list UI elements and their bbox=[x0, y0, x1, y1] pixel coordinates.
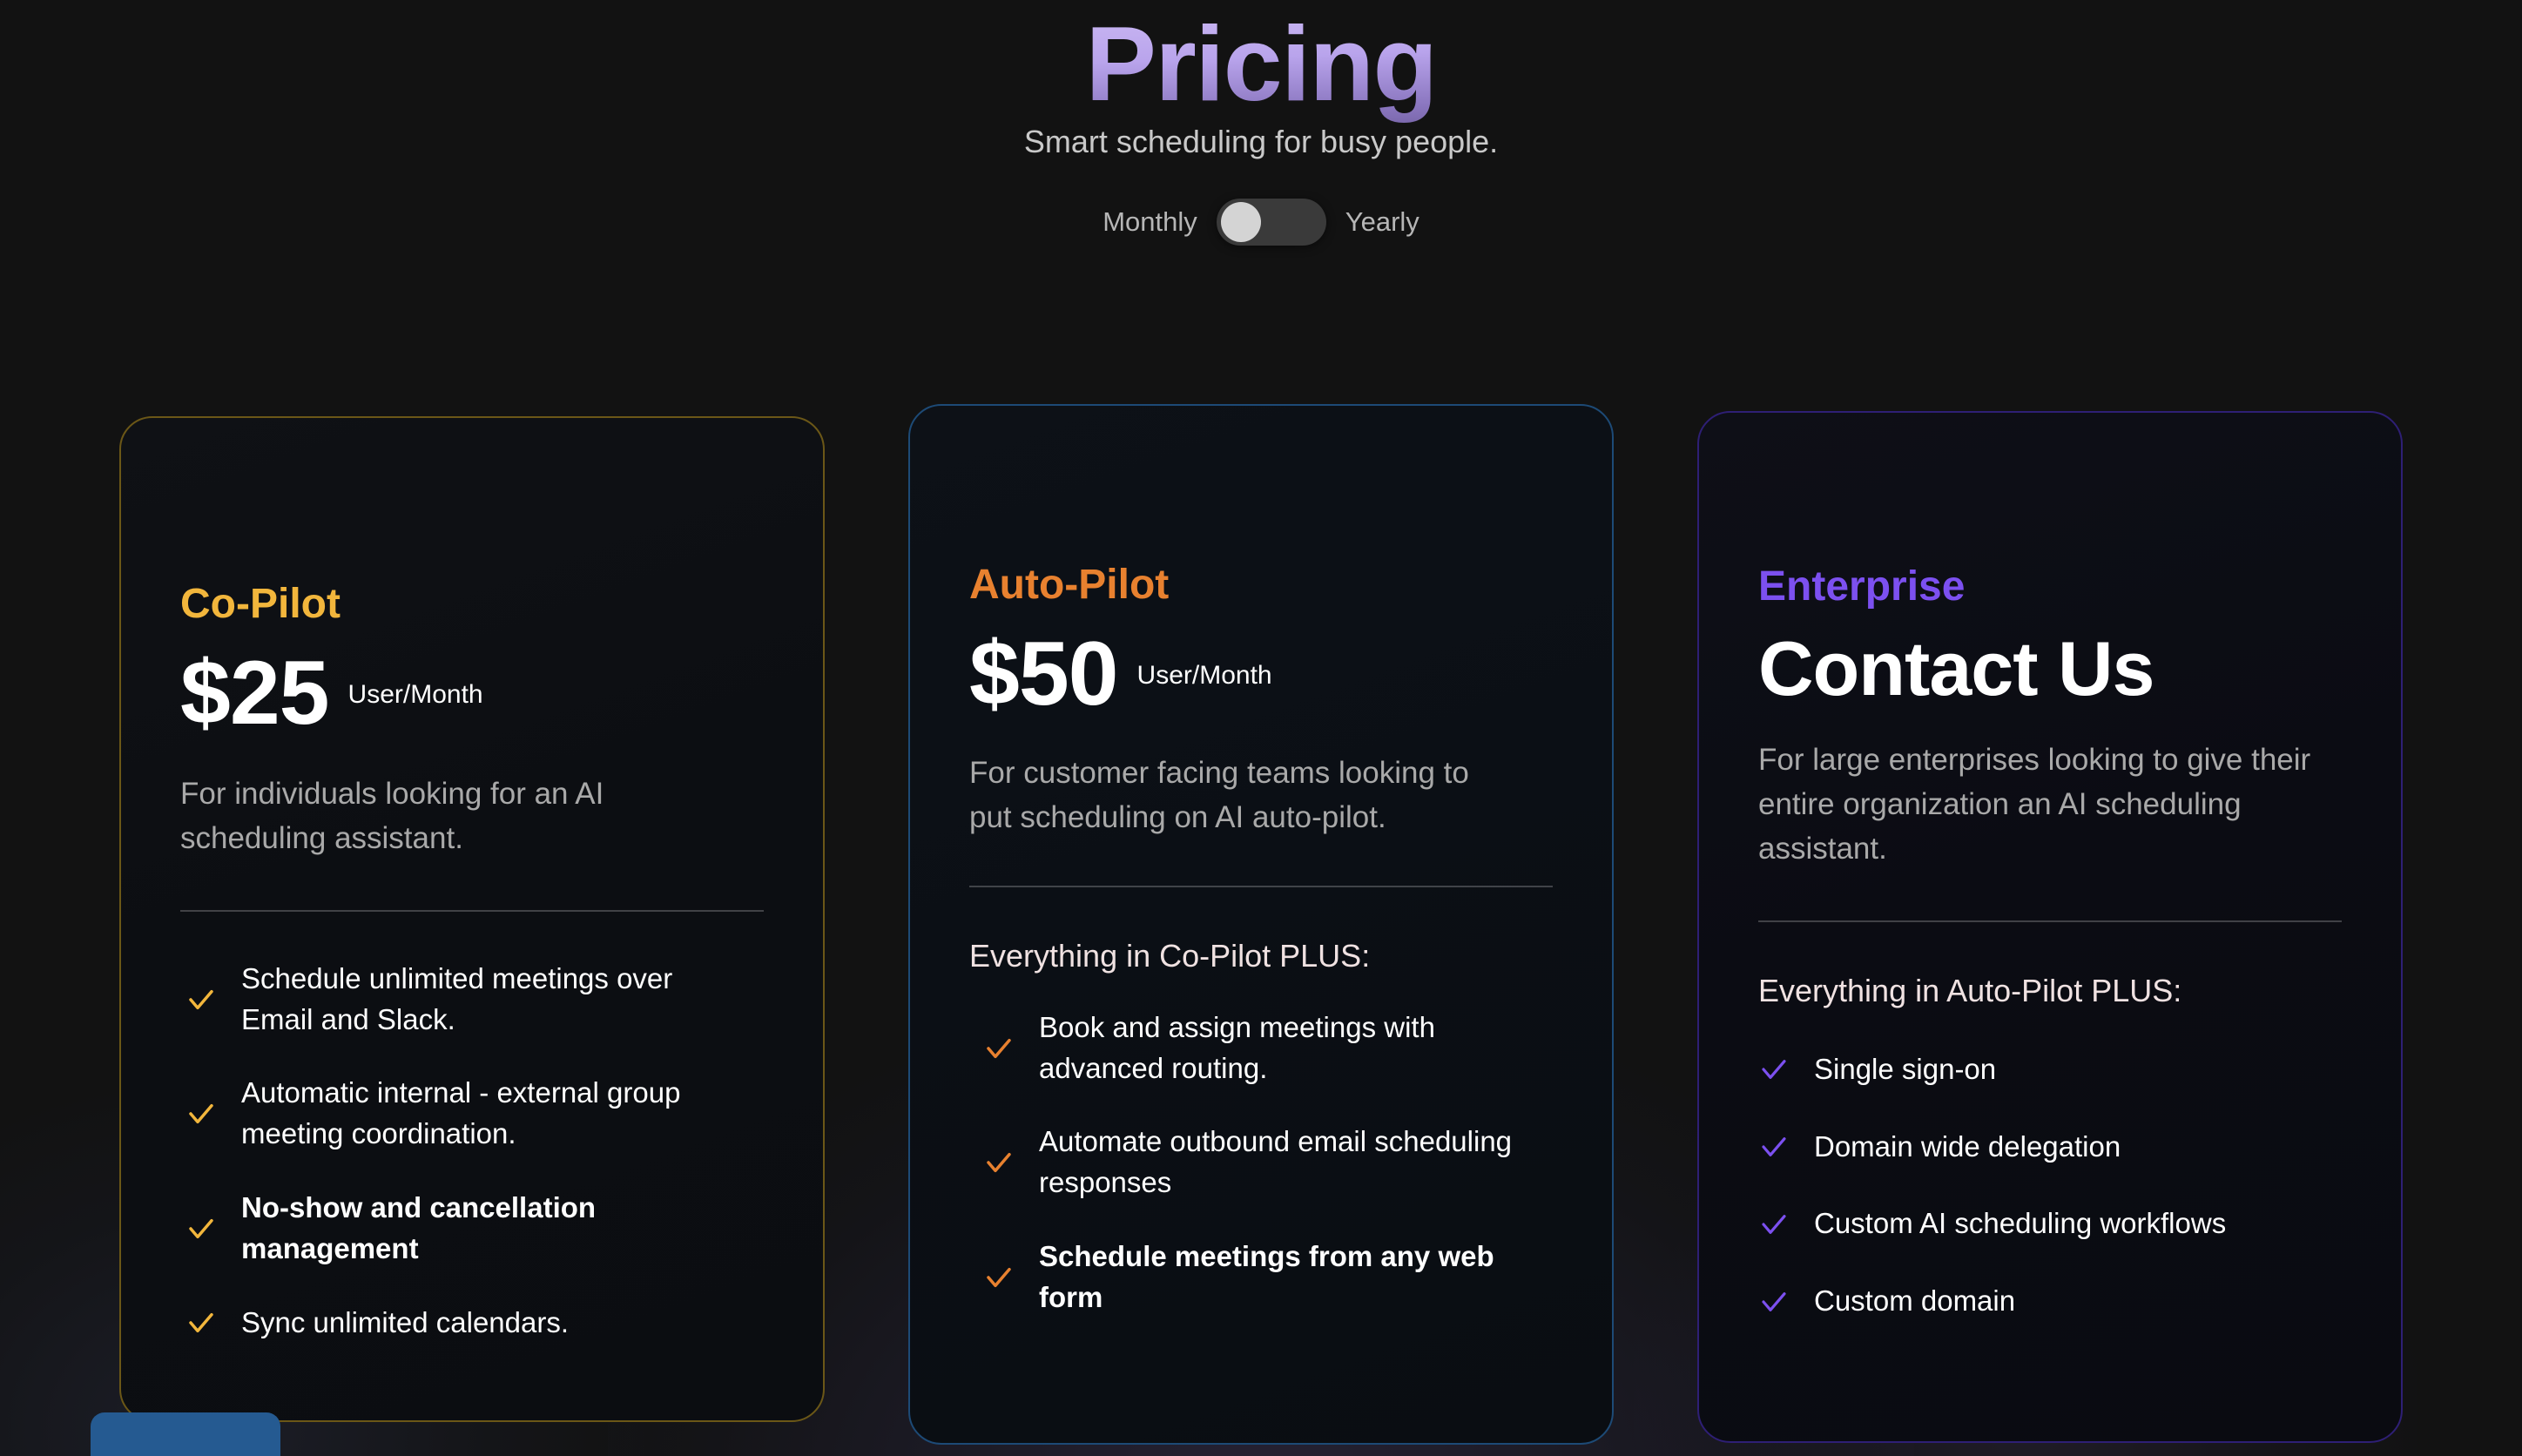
plan-description-copilot: For individuals looking for an AI schedu… bbox=[180, 777, 604, 855]
check-icon bbox=[987, 1153, 1011, 1173]
card-divider bbox=[969, 885, 1553, 887]
plan-price-autopilot: $50 bbox=[969, 624, 1119, 725]
features-heading-autopilot: Everything in Co-Pilot PLUS: bbox=[969, 937, 1371, 974]
feature-label: Automate outbound email scheduling respo… bbox=[1039, 1125, 1513, 1199]
check-icon bbox=[987, 1038, 1011, 1058]
check-icon bbox=[1762, 1136, 1786, 1156]
page-subtitle: Smart scheduling for busy people. bbox=[1023, 124, 1499, 159]
pricing-card-copilot[interactable]: Co-Pilot $25 User/Month For individuals … bbox=[119, 416, 825, 1422]
page-title: Pricing bbox=[1064, 2, 1457, 136]
pricing-card-enterprise[interactable]: Enterprise Contact Us For large enterpri… bbox=[1697, 411, 2403, 1443]
pricing-card-autopilot[interactable]: Auto-Pilot $50 User/Month For customer f… bbox=[908, 404, 1614, 1445]
check-icon bbox=[189, 1218, 213, 1239]
feature-label: Book and assign meetings with advanced r… bbox=[1039, 1010, 1435, 1084]
list-item: Schedule unlimited meetings over Email a… bbox=[180, 959, 764, 1041]
plan-name-enterprise: Enterprise bbox=[1758, 563, 1966, 610]
billing-toggle-yearly-label[interactable]: Yearly bbox=[1345, 206, 1419, 238]
list-item: Custom domain bbox=[1758, 1281, 2342, 1322]
billing-toggle-switch[interactable] bbox=[1216, 199, 1326, 246]
list-item: Book and assign meetings with advanced r… bbox=[969, 1008, 1553, 1089]
list-item: No-show and cancellation management bbox=[180, 1188, 764, 1270]
pricing-page: Pricing Smart scheduling for busy people… bbox=[0, 0, 2522, 1456]
plan-name-copilot: Co-Pilot bbox=[180, 581, 341, 627]
check-icon bbox=[189, 1104, 213, 1124]
feature-list-enterprise: Single sign-on Domain wide delegation Cu… bbox=[1758, 1049, 2342, 1322]
plan-name-wrap: Co-Pilot bbox=[180, 418, 764, 625]
plan-price-copilot: $25 bbox=[180, 643, 330, 744]
feature-label: Schedule meetings from any web form bbox=[1039, 1240, 1494, 1313]
card-divider bbox=[180, 909, 764, 912]
feature-label: Automatic internal - external group meet… bbox=[241, 1076, 681, 1150]
plan-price-unit-autopilot: User/Month bbox=[1136, 661, 1272, 690]
plan-price-unit-copilot: User/Month bbox=[347, 680, 483, 709]
plan-price-row: $50 User/Month bbox=[969, 624, 1553, 725]
feature-label: Domain wide delegation bbox=[1814, 1129, 2121, 1163]
card-divider bbox=[1758, 920, 2342, 922]
check-icon bbox=[987, 1267, 1011, 1288]
check-icon bbox=[189, 1313, 213, 1333]
plan-name-autopilot: Auto-Pilot bbox=[969, 562, 1170, 608]
plan-price-row: $25 User/Month bbox=[180, 643, 764, 744]
feature-label: Custom domain bbox=[1814, 1284, 2016, 1318]
feature-label: Sync unlimited calendars. bbox=[241, 1305, 570, 1338]
feature-list-autopilot: Book and assign meetings with advanced r… bbox=[969, 1008, 1553, 1318]
feature-label: Single sign-on bbox=[1814, 1052, 1997, 1085]
pricing-cards: Co-Pilot $25 User/Month For individuals … bbox=[0, 404, 2522, 1445]
billing-toggle-monthly-label[interactable]: Monthly bbox=[1103, 206, 1197, 238]
plan-description-autopilot: For customer facing teams looking to put… bbox=[969, 756, 1469, 834]
list-item: Domain wide delegation bbox=[1758, 1127, 2342, 1168]
plan-price-enterprise: Contact Us bbox=[1758, 625, 2154, 711]
check-icon bbox=[189, 989, 213, 1009]
list-item: Schedule meetings from any web form bbox=[969, 1237, 1553, 1318]
plan-description-enterprise: For large enterprises looking to give th… bbox=[1758, 743, 2311, 866]
page-header: Pricing Smart scheduling for busy people… bbox=[0, 0, 2522, 246]
billing-toggle-knob[interactable] bbox=[1220, 202, 1261, 242]
copilot-cta-button[interactable] bbox=[91, 1412, 280, 1456]
list-item: Sync unlimited calendars. bbox=[180, 1303, 764, 1344]
plan-name-wrap: Auto-Pilot bbox=[969, 406, 1553, 606]
list-item: Single sign-on bbox=[1758, 1049, 2342, 1090]
plan-name-wrap: Enterprise bbox=[1758, 413, 2342, 608]
list-item: Automate outbound email scheduling respo… bbox=[969, 1122, 1553, 1203]
check-icon bbox=[1762, 1291, 1786, 1311]
check-icon bbox=[1762, 1060, 1786, 1079]
billing-period-toggle[interactable]: Monthly Yearly bbox=[0, 199, 2522, 246]
list-item: Automatic internal - external group meet… bbox=[180, 1073, 764, 1155]
feature-label: Custom AI scheduling workflows bbox=[1814, 1207, 2227, 1240]
feature-label: Schedule unlimited meetings over Email a… bbox=[241, 961, 673, 1035]
check-icon bbox=[1762, 1214, 1786, 1234]
list-item: Custom AI scheduling workflows bbox=[1758, 1203, 2342, 1244]
features-heading-enterprise: Everything in Auto-Pilot PLUS: bbox=[1758, 972, 2182, 1008]
feature-list-copilot: Schedule unlimited meetings over Email a… bbox=[180, 959, 764, 1344]
feature-label: No-show and cancellation management bbox=[241, 1191, 597, 1264]
plan-price-row: Contact Us bbox=[1758, 625, 2342, 711]
